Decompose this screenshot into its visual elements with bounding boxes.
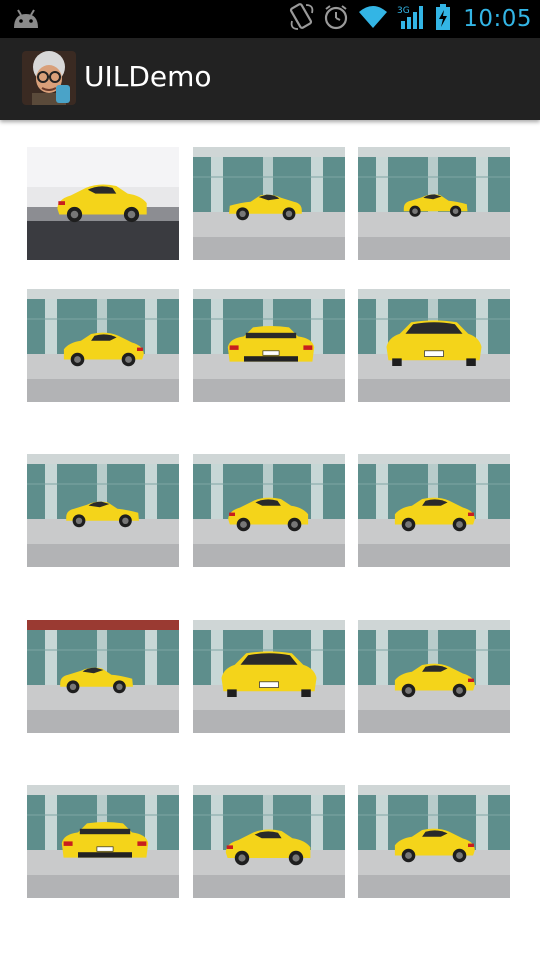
svg-text:3G: 3G (397, 6, 410, 16)
car-photo (358, 454, 510, 567)
app-avatar-icon[interactable] (22, 51, 76, 105)
grid-image[interactable] (358, 289, 510, 402)
grid-image[interactable] (27, 785, 179, 898)
car-photo (27, 454, 179, 567)
car-photo (27, 620, 179, 733)
status-bar: 3G 10:05 (0, 0, 540, 38)
grid-image[interactable] (27, 147, 179, 260)
grid-image[interactable] (193, 620, 345, 733)
grid-image[interactable] (27, 289, 179, 402)
grid-image[interactable] (193, 454, 345, 567)
grid-image[interactable] (193, 289, 345, 402)
grid-image[interactable] (358, 454, 510, 567)
car-photo (358, 620, 510, 733)
car-photo (193, 785, 345, 898)
car-photo (193, 289, 345, 402)
grid-image[interactable] (27, 454, 179, 567)
grid-image[interactable] (358, 785, 510, 898)
car-photo (358, 147, 510, 260)
app-title: UILDemo (84, 60, 212, 93)
action-bar: UILDemo (0, 38, 540, 120)
grid-image[interactable] (193, 785, 345, 898)
android-icon (10, 6, 42, 32)
status-time: 10:05 (463, 6, 532, 32)
car-photo (193, 454, 345, 567)
alarm-icon (323, 3, 349, 35)
car-photo (358, 785, 510, 898)
grid-image[interactable] (358, 147, 510, 260)
car-photo (27, 785, 179, 898)
car-photo (193, 147, 345, 260)
car-photo (27, 289, 179, 402)
grid-image[interactable] (27, 620, 179, 733)
car-photo (193, 620, 345, 733)
battery-icon (435, 3, 451, 35)
grid-image[interactable] (358, 620, 510, 733)
car-photo (358, 289, 510, 402)
car-photo (27, 147, 179, 260)
wifi-icon (357, 4, 389, 34)
signal-icon: 3G (397, 3, 427, 35)
grid-image[interactable] (193, 147, 345, 260)
rotation-lock-icon (289, 3, 315, 35)
